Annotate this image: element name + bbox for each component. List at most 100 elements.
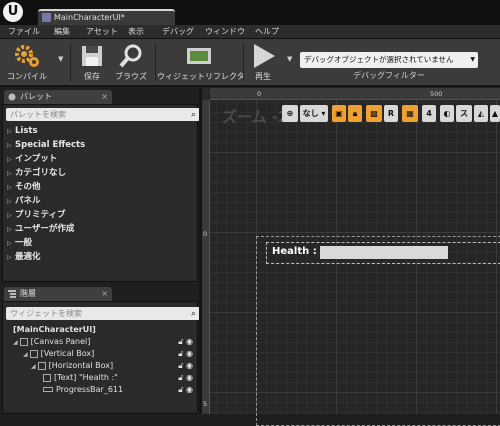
menu-debug[interactable]: デバッグ <box>162 25 194 39</box>
collapse-arrow-icon[interactable]: ◢ <box>31 363 36 370</box>
layout-toggle-icon[interactable]: ▣ <box>332 105 346 122</box>
toolbar-separator <box>155 43 156 81</box>
menu-bar: ファイル 編集 アセット 表示 デバッグ ウィンドウ ヘルプ <box>0 25 500 39</box>
palette-category-label: プリミティブ <box>15 210 66 220</box>
hierarchy-search-input[interactable]: ウィジェットを検索 ⌕ <box>6 307 200 320</box>
unreal-logo-icon[interactable]: U <box>3 2 23 22</box>
save-button[interactable]: 保存 <box>76 39 108 85</box>
collapse-arrow-icon[interactable]: ◢ <box>23 351 28 358</box>
save-disk-icon <box>82 46 102 66</box>
horizontal-box-icon <box>37 361 46 370</box>
document-tab[interactable]: MainCharacterUI* <box>38 9 175 26</box>
palette-category[interactable]: ▷ Special Effects <box>7 139 85 152</box>
compile-options-dropdown[interactable]: ▼ <box>58 55 63 63</box>
hierarchy-root[interactable]: [MainCharacterUI] <box>13 324 96 336</box>
hierarchy-item-label: ProgressBar_611 <box>56 385 124 394</box>
palette-search-input[interactable]: パレットを検索 ⌕ <box>6 108 200 121</box>
magnifier-icon <box>119 44 142 68</box>
menu-asset[interactable]: アセット <box>86 25 118 39</box>
debug-object-select-value: デバッグオブジェクトが選択されていません <box>304 55 454 64</box>
palette-category[interactable]: ▷ その他 <box>7 181 41 194</box>
lock-eye-icon[interactable]: 🔓︎ ◉ <box>178 348 193 360</box>
play-button[interactable]: 再生 <box>246 39 280 85</box>
tab-palette[interactable]: パレット × <box>4 90 112 104</box>
hierarchy-item-vertical-box[interactable]: ◢ [Vertical Box] <box>23 348 94 360</box>
world-icon[interactable]: ⊕ <box>282 105 298 122</box>
hierarchy-item-progressbar[interactable]: ProgressBar_611 <box>43 384 123 396</box>
lock-icon[interactable]: 🔒︎ <box>348 105 362 122</box>
hierarchy-item-canvas-panel[interactable]: ◢ [Canvas Panel] <box>13 336 90 348</box>
respect-locks-button[interactable]: R <box>384 105 398 122</box>
play-options-dropdown[interactable]: ▼ <box>287 55 292 63</box>
debug-object-select[interactable]: デバッグオブジェクトが選択されていません ▼ <box>300 52 478 68</box>
widget-reflector-label: ウィジェットリフレクタ <box>157 72 245 81</box>
compile-button[interactable]: コンパイル <box>2 39 52 85</box>
browse-button[interactable]: ブラウズ <box>112 39 150 85</box>
close-icon[interactable]: × <box>101 287 108 301</box>
collapse-arrow-icon[interactable]: ◢ <box>13 339 18 346</box>
text-widget-icon <box>43 373 51 382</box>
hierarchy-item-label: [Canvas Panel] <box>30 337 91 346</box>
lock-eye-icon[interactable]: 🔓︎ ◉ <box>178 372 193 384</box>
lock-eye-icon[interactable]: 🔓︎ ◉ <box>178 336 193 348</box>
hierarchy-tab-label: 階層 <box>20 289 36 298</box>
palette-category-label: カテゴリなし <box>15 168 67 178</box>
expand-arrow-icon: ▷ <box>7 184 12 191</box>
tab-hierarchy[interactable]: 階層 × <box>4 287 112 301</box>
palette-category[interactable]: ▷ 一般 <box>7 237 32 250</box>
menu-view[interactable]: 表示 <box>128 25 144 39</box>
palette-category[interactable]: ▷ パネル <box>7 195 41 208</box>
hierarchy-search-placeholder: ウィジェットを検索 <box>10 309 82 318</box>
canvas-panel-icon <box>19 337 28 346</box>
expand-arrow-icon: ▷ <box>7 212 12 219</box>
palette-category-label: Special Effects <box>15 140 86 150</box>
ruler-tick-label: 5 <box>203 400 208 408</box>
toolbar-separator <box>243 43 244 81</box>
hierarchy-icon <box>8 290 16 298</box>
more-options-icon[interactable]: ▲ <box>490 105 500 122</box>
palette-category[interactable]: ▷ 最適化 <box>7 251 41 264</box>
browse-label: ブラウズ <box>115 72 147 81</box>
compile-gear-icon <box>15 45 39 67</box>
grid-snap-icon[interactable]: ▦ <box>402 105 418 122</box>
hierarchy-panel: ウィジェットを検索 ⌕ [MainCharacterUI] ◢ [Canvas P… <box>2 301 200 414</box>
rotation-snap-icon[interactable]: ◐ <box>440 105 454 122</box>
region-icon[interactable]: ▩ <box>366 105 382 122</box>
palette-category[interactable]: ▷ ユーザーが作成 <box>7 223 74 236</box>
health-progress-bar[interactable] <box>320 246 448 259</box>
lock-eye-icon[interactable]: 🔓︎ ◉ <box>178 360 193 372</box>
hierarchy-item-horizontal-box[interactable]: ◢ [Horizontal Box] <box>31 360 113 372</box>
widget-reflector-button[interactable]: ウィジェットリフレクタ <box>157 39 245 85</box>
palette-category[interactable]: ▷ カテゴリなし <box>7 167 66 180</box>
ruler-tick-label: 0 <box>203 230 208 238</box>
expand-arrow-icon: ▷ <box>7 240 12 247</box>
title-bar: U MainCharacterUI* <box>0 0 500 26</box>
menu-help[interactable]: ヘルプ <box>255 25 279 39</box>
save-label: 保存 <box>84 72 100 81</box>
screen-size-dropdown[interactable]: なし ▾ <box>300 105 328 122</box>
hierarchy-item-label: [Horizontal Box] <box>48 361 114 370</box>
palette-tab-label: パレット <box>20 92 52 101</box>
palette-category-label: インプット <box>15 154 58 164</box>
menu-file[interactable]: ファイル <box>8 25 40 39</box>
expand-arrow-icon: ▷ <box>7 128 12 135</box>
ruler-tick-label: 500 <box>430 90 443 98</box>
play-label: 再生 <box>255 72 271 81</box>
chevron-down-icon: ▼ <box>470 56 475 63</box>
expand-arrow-icon: ▷ <box>7 198 12 205</box>
palette-category[interactable]: ▷ Lists <box>7 125 38 138</box>
lock-eye-icon[interactable]: 🔓︎ ◉ <box>178 384 193 396</box>
menu-window[interactable]: ウィンドウ <box>205 25 245 39</box>
angle-snap-icon[interactable]: ◭ <box>474 105 488 122</box>
close-icon[interactable]: × <box>101 90 108 104</box>
hierarchy-item-text[interactable]: [Text] "Health :" <box>43 372 118 384</box>
health-text[interactable]: Health : <box>272 246 317 257</box>
menu-edit[interactable]: 編集 <box>54 25 70 39</box>
scale-snap-icon[interactable]: ス <box>456 105 472 122</box>
grid-size-dropdown[interactable]: 4 <box>422 105 436 122</box>
widget-blueprint-icon <box>42 13 51 22</box>
palette-category-label: ユーザーが作成 <box>15 224 75 234</box>
health-progress-fill <box>320 246 448 259</box>
palette-category[interactable]: ▷ プリミティブ <box>7 209 66 222</box>
palette-category[interactable]: ▷ インプット <box>7 153 57 166</box>
